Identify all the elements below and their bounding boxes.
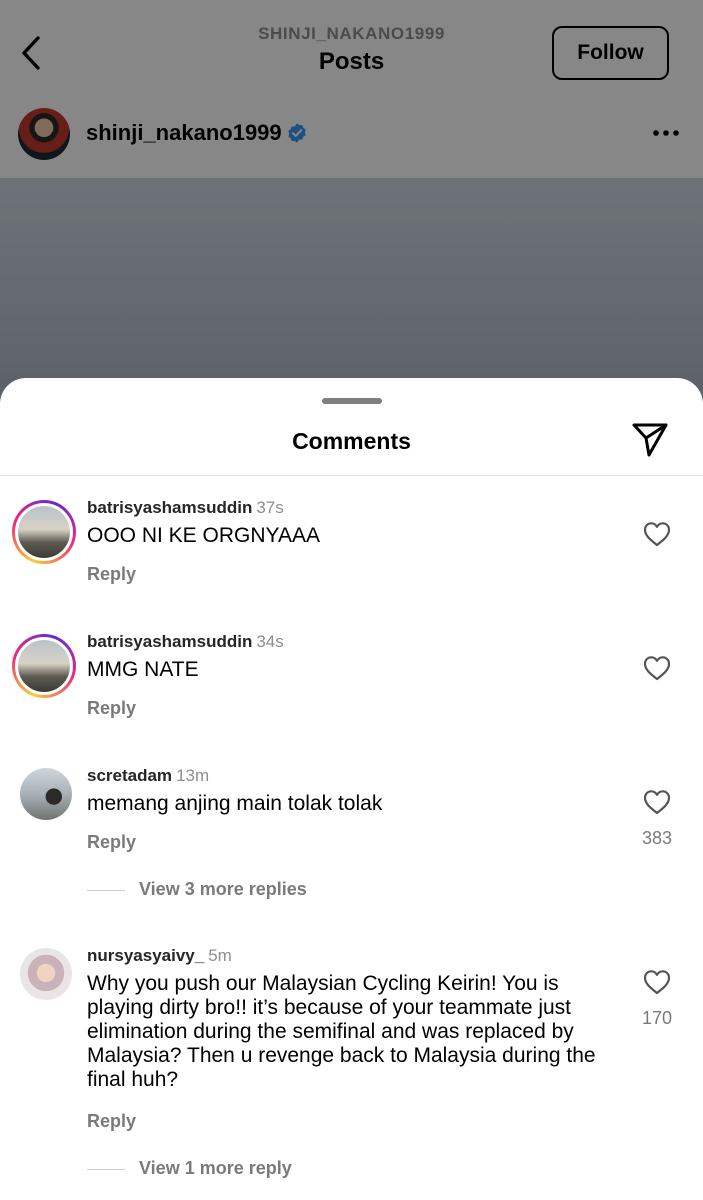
comment-timestamp: 34s: [256, 632, 284, 651]
comment-text: OOO NI KE ORGNYAAA: [87, 524, 320, 547]
reply-button[interactable]: Reply: [87, 832, 136, 853]
comment-username[interactable]: scretadam: [87, 766, 172, 785]
sheet-drag-handle[interactable]: [322, 398, 382, 404]
view-more-replies-label[interactable]: View 3 more replies: [139, 879, 307, 900]
sheet-title: Comments: [292, 428, 411, 454]
view-more-replies-label[interactable]: View 1 more reply: [139, 1158, 292, 1179]
comment-username[interactable]: nursyasyaivy_: [87, 946, 204, 965]
comment-text: memang anjing main tolak tolak: [87, 792, 383, 815]
send-icon[interactable]: [630, 419, 670, 459]
comments-sheet: Comments batrisyashamsuddin 37s OOO NI KE…: [0, 378, 703, 1200]
reply-button[interactable]: Reply: [87, 698, 136, 719]
commenter-avatar[interactable]: [20, 768, 72, 820]
commenter-avatar-story-ring[interactable]: [12, 500, 76, 564]
commenter-avatar[interactable]: [20, 948, 72, 1000]
modal-overlay[interactable]: [0, 0, 703, 420]
like-count: 383: [641, 828, 673, 848]
reply-button[interactable]: Reply: [87, 1111, 136, 1132]
reply-button[interactable]: Reply: [87, 564, 136, 585]
comment-username[interactable]: batrisyashamsuddin: [87, 632, 252, 651]
thread-line: [87, 890, 125, 891]
heart-icon[interactable]: [642, 520, 672, 548]
comment-header: batrisyashamsuddin 37s: [87, 498, 284, 518]
divider: [0, 475, 703, 476]
comment-username[interactable]: batrisyashamsuddin: [87, 498, 252, 517]
heart-icon[interactable]: [642, 968, 672, 996]
comment-text: MMG NATE: [87, 658, 199, 681]
comment-header: nursyasyaivy_ 5m: [87, 946, 232, 966]
heart-icon[interactable]: [642, 654, 672, 682]
comment-timestamp: 5m: [208, 946, 232, 965]
commenter-avatar-story-ring[interactable]: [12, 634, 76, 698]
comment-timestamp: 37s: [256, 498, 284, 517]
thread-line: [87, 1169, 125, 1170]
comment-text: Why you push our Malaysian Cycling Keiri…: [87, 972, 596, 1091]
comment-header: batrisyashamsuddin 34s: [87, 632, 284, 652]
comment-header: scretadam 13m: [87, 766, 209, 786]
heart-icon[interactable]: [642, 788, 672, 816]
like-count: 170: [641, 1008, 673, 1028]
comment-timestamp: 13m: [176, 766, 210, 785]
